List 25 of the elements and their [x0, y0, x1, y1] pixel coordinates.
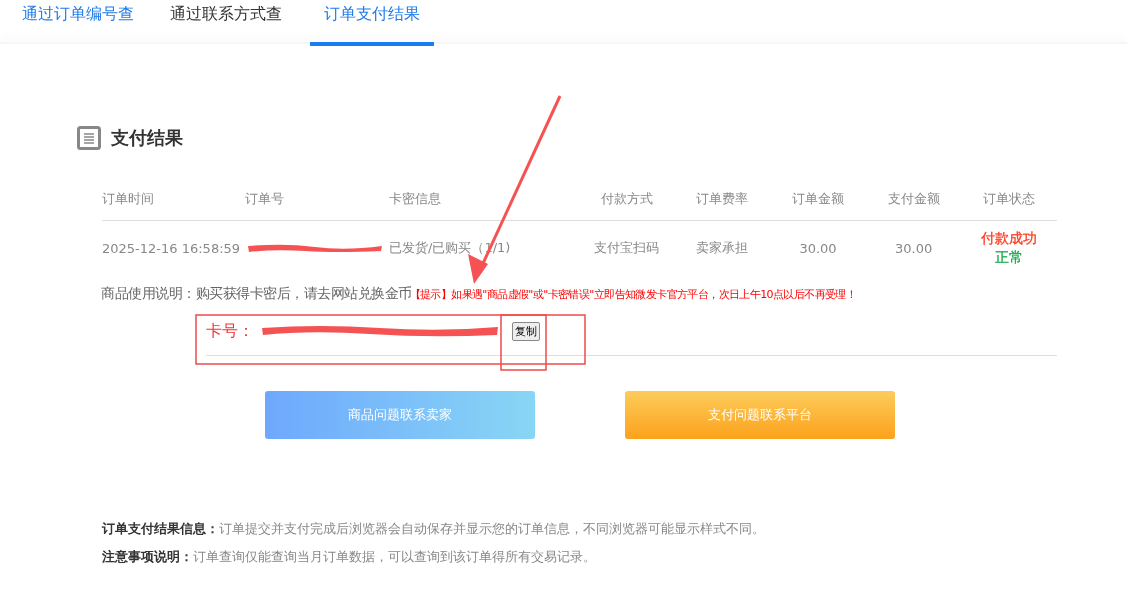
table-cell: 卖家承担 — [696, 239, 749, 257]
usage-text: 商品使用说明：购买获得卡密后，请去网站兑换金币 — [101, 285, 412, 303]
column-header: 支付金额 — [886, 189, 941, 208]
status-text: 正常 — [995, 248, 1024, 267]
table-cell: 支付宝扫码 — [594, 239, 660, 257]
column-header: 订单金额 — [791, 189, 845, 208]
table-cell: 30.00 — [894, 240, 933, 256]
column-header: 付款方式 — [599, 189, 654, 208]
column-header: 订单时间 — [102, 189, 155, 208]
tab[interactable]: 通过订单编号查 — [22, 0, 134, 46]
column-header: 卡密信息 — [389, 189, 442, 208]
section-title: 支付结果 — [111, 126, 183, 150]
table-cell-text: 2025-12-16 16:58:59 — [102, 240, 242, 256]
column-header: 订单状态 — [982, 189, 1037, 208]
note-text: 订单支付结果信息：订单提交并支付完成后浏览器会自动保存并显示您的订单信息，不同浏览器可能显示样式不同。 — [102, 520, 766, 538]
tab[interactable]: 通过联系方式查 — [170, 0, 282, 46]
copy-button[interactable]: 复制 — [512, 321, 540, 341]
card-label: 卡号： — [206, 320, 254, 342]
column-header: 订单费率 — [695, 189, 750, 208]
column-header: 订单号 — [245, 189, 285, 208]
note-text: 注意事项说明：订单查询仅能查询当月订单数据，可以查询到该订单得所有交易记录。 — [102, 548, 597, 566]
status-text: 付款成功 — [981, 229, 1038, 248]
tab[interactable]: 订单支付结果 — [310, 0, 434, 46]
document-icon — [77, 126, 101, 150]
table-cell: 30.00 — [799, 240, 837, 256]
